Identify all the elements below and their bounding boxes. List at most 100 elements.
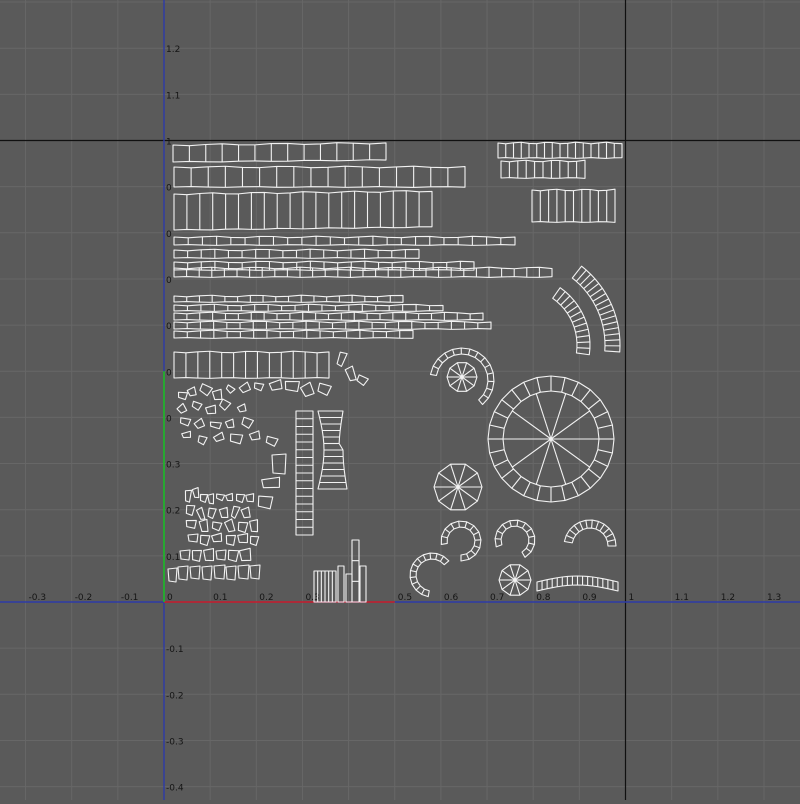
uv-shell-edge[interactable]: [512, 439, 551, 467]
uv-shell-chunk[interactable]: [191, 400, 202, 410]
uv-shell-chunk[interactable]: [285, 380, 300, 391]
uv-shell-edge[interactable]: [471, 551, 475, 555]
uv-shell-chunk[interactable]: [187, 387, 197, 397]
uv-shell-edge[interactable]: [412, 582, 417, 585]
uv-shell-chunk[interactable]: [249, 520, 258, 533]
uv-shell-chunk[interactable]: [262, 477, 281, 489]
uv-shell-arc-6[interactable]: [564, 520, 616, 546]
uv-shell-edge[interactable]: [445, 529, 450, 533]
uv-shell-edge[interactable]: [577, 342, 590, 343]
uv-shell-outline[interactable]: [214, 565, 225, 579]
uv-shell-edge[interactable]: [524, 482, 531, 496]
uv-shell-edge[interactable]: [593, 293, 606, 301]
uv-shell-edge[interactable]: [458, 487, 477, 501]
uv-shell-outline[interactable]: [257, 495, 273, 509]
uv-shell-outline[interactable]: [216, 550, 226, 560]
uv-shell-edge[interactable]: [453, 349, 455, 355]
uv-shell-edge[interactable]: [512, 411, 551, 439]
uv-shell-edge[interactable]: [598, 450, 613, 453]
uv-shell-edge[interactable]: [605, 340, 620, 341]
uv-shell-strip-8[interactable]: [174, 295, 403, 302]
uv-shell-outline[interactable]: [338, 566, 344, 602]
uv-shell-edge[interactable]: [551, 393, 566, 439]
uv-shell-edge[interactable]: [581, 477, 590, 489]
uv-shell-disc-large[interactable]: [488, 376, 614, 502]
uv-shell-pillar-4[interactable]: [360, 566, 366, 602]
uv-shell-chunk[interactable]: [235, 493, 244, 502]
uv-shell-chunk[interactable]: [249, 535, 258, 545]
uv-shell-outline[interactable]: [241, 507, 251, 519]
uv-shell-edge[interactable]: [572, 482, 579, 496]
uv-shell-chunk[interactable]: [197, 435, 207, 445]
uv-shell-edge[interactable]: [458, 487, 465, 510]
uv-shell-chunk[interactable]: [178, 566, 188, 580]
uv-shell-edge[interactable]: [413, 564, 418, 567]
uv-shell-arc-4[interactable]: [441, 521, 481, 561]
uv-shell-chunk[interactable]: [215, 493, 224, 501]
uv-shell-chunk[interactable]: [194, 418, 206, 429]
uv-shell-outline[interactable]: [199, 493, 207, 502]
uv-shell-chunk[interactable]: [239, 548, 252, 561]
uv-shell-fan-medium[interactable]: [434, 464, 482, 510]
uv-shell-outline[interactable]: [237, 521, 248, 532]
uv-shell-edge[interactable]: [490, 425, 505, 428]
uv-shell-outline[interactable]: [249, 535, 258, 545]
uv-shell-chunk[interactable]: [225, 384, 235, 394]
uv-shell-hourglass[interactable]: [318, 411, 347, 489]
uv-shell-outline[interactable]: [356, 374, 369, 386]
uv-shell-edge[interactable]: [451, 487, 458, 510]
uv-shell-edge[interactable]: [574, 525, 579, 531]
uv-shell-strip-15[interactable]: [501, 160, 585, 178]
uv-shell-chunk[interactable]: [210, 421, 222, 429]
uv-shell-outline[interactable]: [179, 417, 190, 426]
uv-shell-edge[interactable]: [592, 520, 593, 528]
uv-shell-edge[interactable]: [606, 534, 613, 538]
uv-shell-chunk[interactable]: [226, 535, 236, 546]
uv-shell-outline[interactable]: [199, 534, 210, 545]
uv-shell-chunk[interactable]: [225, 419, 235, 429]
uv-shell-outline[interactable]: [238, 534, 249, 544]
uv-shell-chunk[interactable]: [238, 534, 249, 544]
uv-shell-outline[interactable]: [441, 521, 481, 561]
uv-shell-edge[interactable]: [562, 378, 565, 393]
uv-shell-edge[interactable]: [598, 304, 612, 310]
uv-shell-outline[interactable]: [199, 519, 209, 532]
uv-shell-outline[interactable]: [336, 351, 347, 367]
uv-shell-chunk[interactable]: [229, 433, 242, 444]
uv-shell-edge[interactable]: [490, 450, 505, 453]
uv-shell-edge[interactable]: [410, 577, 416, 578]
uv-shell-outline[interactable]: [187, 387, 197, 397]
uv-shell-outline[interactable]: [188, 534, 198, 542]
uv-shell-edge[interactable]: [502, 469, 514, 478]
uv-shell-edge[interactable]: [470, 526, 474, 531]
uv-shell-edge[interactable]: [600, 524, 604, 531]
uv-shell-edge[interactable]: [502, 400, 514, 409]
uv-shell-edge[interactable]: [526, 548, 531, 552]
uv-shell-edge[interactable]: [580, 522, 583, 529]
uv-shell-fan-small[interactable]: [447, 363, 477, 392]
uv-shell-chunk[interactable]: [190, 566, 200, 579]
uv-shell-chunk[interactable]: [345, 366, 357, 382]
uv-shell-outline[interactable]: [226, 566, 236, 580]
uv-shell-edge[interactable]: [487, 373, 493, 374]
uv-shell-edge[interactable]: [529, 536, 535, 537]
uv-shell-edge[interactable]: [483, 395, 488, 398]
uv-shell-outline[interactable]: [226, 535, 236, 546]
uv-shell-chunk[interactable]: [249, 431, 261, 441]
uv-shell-strip-5[interactable]: [174, 249, 419, 258]
uv-shell-outline[interactable]: [203, 549, 214, 562]
uv-shell-chunk[interactable]: [239, 382, 252, 394]
uv-shell-outline[interactable]: [210, 421, 222, 429]
uv-shell-outline[interactable]: [241, 416, 254, 428]
uv-shell-edge[interactable]: [562, 486, 565, 501]
uv-shell-outline[interactable]: [218, 398, 231, 411]
uv-shell-chunk[interactable]: [213, 432, 225, 443]
uv-shell-strip-16[interactable]: [532, 189, 615, 222]
uv-shell-edge[interactable]: [524, 382, 531, 396]
uv-shell-edge[interactable]: [561, 296, 570, 305]
uv-shell-pillar-3[interactable]: [352, 540, 359, 602]
uv-shell-outline[interactable]: [360, 566, 366, 602]
uv-shell-outline[interactable]: [249, 520, 258, 533]
uv-shell-outline[interactable]: [212, 389, 223, 400]
uv-shell-outline[interactable]: [207, 507, 216, 518]
